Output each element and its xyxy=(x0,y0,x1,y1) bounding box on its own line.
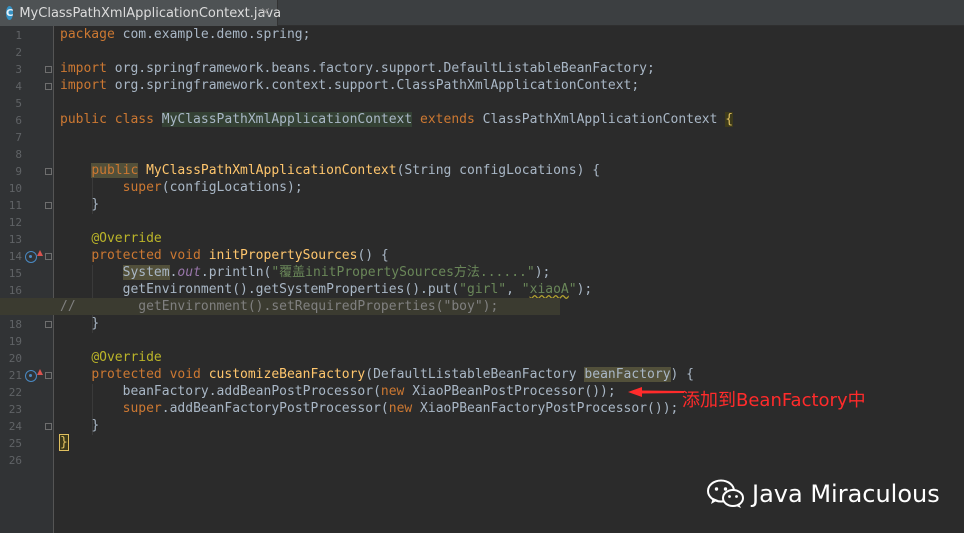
code-line: @Override xyxy=(91,350,162,365)
code-line: protected void customizeBeanFactory(Defa… xyxy=(91,367,694,382)
code-line: } xyxy=(91,418,100,433)
fold-icon[interactable] xyxy=(45,372,52,379)
code-editor[interactable]: package com.example.demo.spring; import … xyxy=(0,26,964,533)
fold-icon[interactable] xyxy=(45,253,52,260)
code-line: } xyxy=(91,316,100,331)
annotation-arrow-icon xyxy=(628,387,684,397)
annotation-label: 添加到BeanFactory中 xyxy=(682,390,866,411)
code-line: import org.springframework.beans.factory… xyxy=(60,61,655,76)
line-number: 2 xyxy=(15,46,22,59)
code-line: protected void initPropertySources() { xyxy=(91,248,389,263)
wechat-icon xyxy=(707,479,744,508)
line-number: 23 xyxy=(8,403,22,416)
line-number: 12 xyxy=(8,216,22,229)
fold-icon[interactable] xyxy=(45,168,52,175)
override-marker-icon[interactable] xyxy=(25,251,37,263)
line-number: 11 xyxy=(8,199,22,212)
file-tab-title: MyClassPathXmlApplicationContext.java xyxy=(19,5,282,21)
line-number: 10 xyxy=(8,182,22,195)
up-arrow-icon xyxy=(37,250,43,256)
code-line: public class MyClassPathXmlApplicationCo… xyxy=(60,112,734,127)
code-line: } xyxy=(91,197,100,212)
code-line: @Override xyxy=(91,231,162,246)
line-number: 19 xyxy=(8,335,22,348)
line-number-gutter: 1 2 3 4 5 6 7 8 9 10 11 12 13 14 15 16 1… xyxy=(0,26,54,533)
code-line: import org.springframework.context.suppo… xyxy=(60,78,640,93)
fold-icon[interactable] xyxy=(45,423,52,430)
line-number: 18 xyxy=(8,318,22,331)
line-number: 22 xyxy=(8,386,22,399)
line-number: 26 xyxy=(8,454,22,467)
commented-code-line: // getEnvironment().setRequiredPropertie… xyxy=(0,298,560,315)
code-line: } xyxy=(59,434,69,451)
code-line: getEnvironment().getSystemProperties().p… xyxy=(122,282,593,297)
line-number: 1 xyxy=(15,29,22,42)
line-number: 21 xyxy=(8,369,22,382)
file-tab[interactable]: C MyClassPathXmlApplicationContext.java … xyxy=(0,0,282,26)
fold-icon[interactable] xyxy=(45,83,52,90)
line-number: 15 xyxy=(8,267,22,280)
line-number: 6 xyxy=(15,114,22,127)
close-icon[interactable]: × xyxy=(260,5,271,20)
line-number: 7 xyxy=(15,131,22,144)
line-number: 16 xyxy=(8,284,22,297)
fold-icon[interactable] xyxy=(45,202,52,209)
line-number: 4 xyxy=(15,80,22,93)
watermark-text: Java Miraculous xyxy=(752,480,940,508)
fold-icon[interactable] xyxy=(45,321,52,328)
watermark: Java Miraculous xyxy=(706,478,940,510)
line-number: 20 xyxy=(8,352,22,365)
line-number: 25 xyxy=(8,437,22,450)
line-number: 13 xyxy=(8,233,22,246)
code-line: super(configLocations); xyxy=(122,180,303,195)
line-number: 9 xyxy=(15,165,22,178)
code-line: public MyClassPathXmlApplicationContext(… xyxy=(91,163,601,178)
fold-icon[interactable] xyxy=(45,66,52,73)
override-marker-icon[interactable] xyxy=(25,370,37,382)
up-arrow-icon xyxy=(37,369,43,375)
line-number: 3 xyxy=(15,63,22,76)
line-number: 24 xyxy=(8,420,22,433)
line-number: 5 xyxy=(15,97,22,110)
editor-tab-bar: C MyClassPathXmlApplicationContext.java … xyxy=(0,0,964,26)
class-icon: C xyxy=(6,6,14,20)
line-number: 14 xyxy=(8,250,22,263)
code-line: System.out.println("覆盖initPropertySource… xyxy=(122,265,551,280)
code-line: package com.example.demo.spring; xyxy=(60,27,311,42)
line-number: 8 xyxy=(15,148,22,161)
